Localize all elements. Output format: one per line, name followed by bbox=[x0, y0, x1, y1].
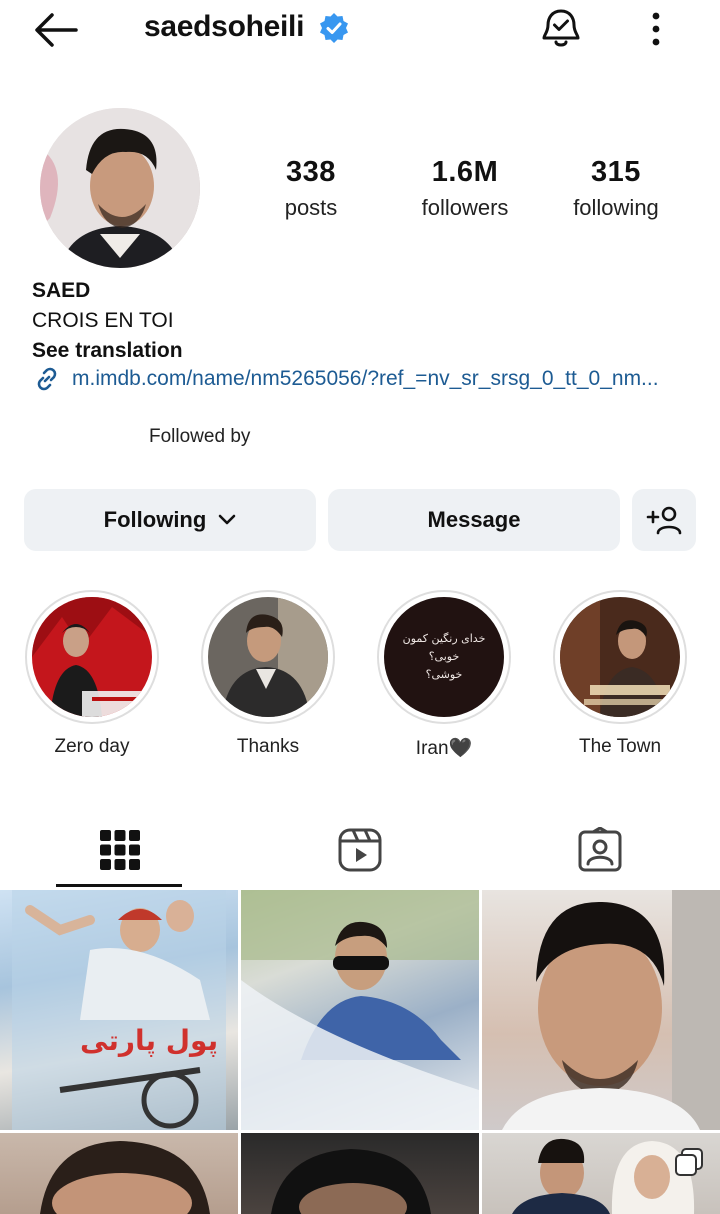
highlight-text-line: خوشی؟ bbox=[425, 668, 463, 681]
highlight-ring bbox=[25, 590, 159, 724]
highlight-ring bbox=[201, 590, 335, 724]
followers-value: 1.6M bbox=[431, 156, 499, 188]
notification-bell-icon[interactable] bbox=[538, 6, 584, 52]
highlight-cover bbox=[32, 597, 152, 717]
highlight-label: Iran🖤 bbox=[415, 738, 473, 759]
active-tab-indicator bbox=[56, 884, 182, 887]
grid-icon bbox=[100, 830, 140, 870]
followed-by-text[interactable]: Followed by bbox=[149, 426, 250, 448]
profile-username: saedsoheili bbox=[144, 10, 305, 43]
post-image bbox=[40, 1141, 210, 1214]
post-thumbnail[interactable]: پول پارتی bbox=[0, 890, 238, 1130]
highlight-iran[interactable]: خدای رنگین کمون خوبی؟ خوشی؟ Iran🖤 bbox=[374, 590, 514, 760]
post-thumbnail[interactable] bbox=[241, 1133, 479, 1214]
highlight-cover bbox=[208, 597, 328, 717]
message-button[interactable]: Message bbox=[328, 489, 620, 551]
more-options-icon[interactable] bbox=[642, 10, 670, 48]
message-button-label: Message bbox=[427, 507, 521, 532]
highlight-label: The Town bbox=[578, 736, 662, 757]
bio-link-text: m.imdb.com/name/nm5265056/?ref_=nv_sr_sr… bbox=[72, 367, 659, 390]
post-image bbox=[271, 1149, 431, 1214]
highlight-the-town[interactable]: The Town bbox=[550, 590, 690, 758]
see-translation-link[interactable]: See translation bbox=[32, 336, 183, 366]
reels-icon bbox=[338, 828, 382, 872]
highlight-text-line: خوبی؟ bbox=[428, 650, 460, 663]
highlight-text-line: خدای رنگین کمون bbox=[402, 632, 486, 645]
highlight-label: Zero day bbox=[54, 736, 130, 757]
tab-reels[interactable] bbox=[240, 812, 480, 888]
highlight-cover: خدای رنگین کمون خوبی؟ خوشی؟ bbox=[384, 597, 504, 717]
link-icon bbox=[37, 367, 57, 391]
followers-label: followers bbox=[421, 195, 509, 220]
bio-link[interactable]: m.imdb.com/name/nm5265056/?ref_=nv_sr_sr… bbox=[32, 364, 659, 394]
profile-avatar[interactable] bbox=[40, 108, 200, 268]
followers-count[interactable]: 1.6M followers bbox=[390, 156, 540, 221]
post-thumbnail[interactable] bbox=[482, 890, 720, 1130]
following-count[interactable]: 315 following bbox=[541, 156, 691, 221]
posts-label: posts bbox=[284, 195, 338, 220]
chevron-down-icon bbox=[219, 514, 236, 525]
highlight-label: Thanks bbox=[236, 736, 300, 757]
post-image bbox=[241, 890, 479, 1130]
following-label: following bbox=[573, 195, 659, 220]
back-arrow-icon[interactable] bbox=[30, 10, 82, 50]
following-value: 315 bbox=[591, 156, 641, 188]
post-image bbox=[502, 890, 720, 1130]
post-image: پول پارتی bbox=[12, 890, 226, 1130]
suggested-users-button[interactable] bbox=[632, 489, 696, 551]
highlight-ring bbox=[553, 590, 687, 724]
bio-tagline: CROIS EN TOI bbox=[32, 309, 174, 332]
post-thumbnail[interactable] bbox=[0, 1133, 238, 1214]
highlight-ring: خدای رنگین کمون خوبی؟ خوشی؟ bbox=[377, 590, 511, 724]
add-user-icon bbox=[646, 506, 682, 535]
multiple-photos-icon bbox=[675, 1148, 703, 1176]
highlight-cover bbox=[560, 597, 680, 717]
following-button-label: Following bbox=[103, 507, 207, 532]
top-bar: saedsoheili bbox=[0, 0, 720, 58]
display-name: SAED bbox=[32, 279, 91, 302]
post-thumbnail[interactable] bbox=[241, 890, 479, 1130]
following-button[interactable]: Following bbox=[24, 489, 316, 551]
verified-badge-icon bbox=[320, 13, 348, 43]
tab-posts-grid[interactable] bbox=[0, 812, 240, 888]
highlight-thanks[interactable]: Thanks bbox=[198, 590, 338, 758]
svg-text:پول پارتی: پول پارتی bbox=[80, 1024, 218, 1057]
tagged-icon bbox=[578, 827, 622, 872]
profile-bio: SAED CROIS EN TOI See translation bbox=[32, 276, 183, 366]
avatar-portrait bbox=[40, 108, 200, 268]
posts-count[interactable]: 338 posts bbox=[236, 156, 386, 221]
post-thumbnail[interactable] bbox=[482, 1133, 720, 1214]
posts-value: 338 bbox=[286, 156, 336, 188]
tab-tagged[interactable] bbox=[480, 812, 720, 888]
highlight-zero-day[interactable]: Zero day bbox=[22, 590, 162, 758]
